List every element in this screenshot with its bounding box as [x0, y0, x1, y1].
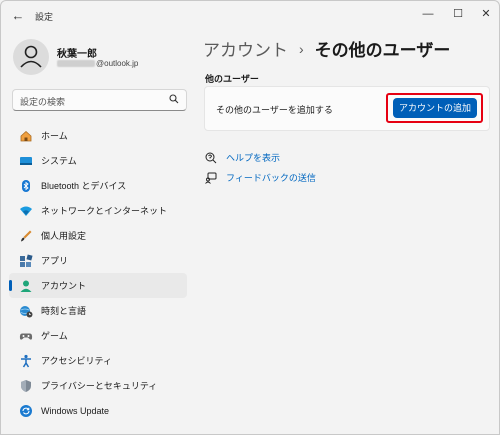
section-title: 他のユーザー [205, 74, 259, 84]
sidebar-item-label: プライバシーとセキュリティ [41, 381, 158, 391]
app-title: 設定 [35, 12, 54, 22]
sidebar-item-label: アカウント [41, 281, 87, 291]
user-email-suffix: @outlook.jp [96, 59, 139, 68]
sidebar-item-accessibility[interactable]: アクセシビリティ [9, 348, 187, 373]
page-title: その他のユーザー [314, 41, 451, 60]
sidebar-item-personalization[interactable]: 個人用設定 [9, 223, 187, 248]
sidebar-item-label: Bluetooth とデバイス [41, 181, 127, 191]
breadcrumb-parent[interactable]: アカウント [203, 36, 288, 61]
user-email: @outlook.jp [57, 59, 138, 68]
help-icon [205, 152, 217, 164]
feedback-link-label[interactable]: フィードバックの送信 [226, 171, 316, 184]
sidebar-item-privacy-security[interactable]: プライバシーとセキュリティ [9, 373, 187, 398]
sidebar-item-gaming[interactable]: ゲーム [9, 323, 187, 348]
breadcrumb-separator: › [299, 40, 304, 57]
avatar[interactable] [13, 39, 49, 75]
help-link-label[interactable]: ヘルプを表示 [226, 151, 280, 164]
system-icon [19, 154, 33, 168]
minimize-button[interactable]: — [417, 5, 439, 23]
email-redaction [57, 60, 95, 67]
sidebar-item-apps[interactable]: アプリ [9, 248, 187, 273]
user-name: 秋葉一郎 [57, 49, 97, 60]
sidebar-item-label: Windows Update [41, 405, 110, 416]
sidebar-item-label: アプリ [41, 256, 69, 266]
gamepad-icon [19, 329, 33, 343]
sidebar-item-label: ゲーム [41, 331, 68, 341]
sidebar-item-label: ホーム [41, 131, 68, 141]
windows-update-icon [19, 404, 33, 418]
breadcrumb: アカウント › その他のユーザー [203, 36, 450, 61]
account-icon [19, 279, 33, 293]
network-icon [19, 204, 33, 218]
sidebar-item-label: ネットワークとインターネット [41, 206, 168, 216]
sidebar-nav: ホーム システム Bluetooth とデバイス ネットワークとインターネット [9, 123, 187, 423]
help-link[interactable]: ヘルプを表示 [205, 151, 280, 164]
sidebar-item-time-language[interactable]: 時刻と言語 [9, 298, 187, 323]
bluetooth-icon [19, 179, 33, 193]
add-user-label: その他のユーザーを追加する [216, 105, 333, 115]
settings-window: ← 設定 — ☐ ✕ 秋葉一郎 @outlook.jp 設定の検索 ホーム シス… [0, 0, 500, 435]
add-user-card: その他のユーザーを追加する アカウントの追加 [204, 86, 490, 131]
sidebar-item-bluetooth[interactable]: Bluetooth とデバイス [9, 173, 187, 198]
accessibility-icon [19, 354, 33, 368]
home-icon [19, 129, 33, 143]
sidebar-item-label: アクセシビリティ [41, 356, 113, 366]
brush-icon [19, 229, 33, 243]
sidebar-item-home[interactable]: ホーム [9, 123, 187, 148]
active-indicator [9, 280, 12, 291]
add-account-button[interactable]: アカウントの追加 [393, 98, 477, 118]
shield-icon [19, 379, 33, 393]
user-avatar-icon [20, 45, 42, 68]
sidebar-item-label: 個人用設定 [41, 231, 87, 241]
feedback-icon [205, 172, 217, 184]
globe-clock-icon [19, 304, 33, 318]
search-placeholder: 設定の検索 [20, 97, 66, 107]
back-button[interactable]: ← [9, 8, 27, 24]
feedback-link[interactable]: フィードバックの送信 [205, 171, 316, 184]
sidebar-item-label: 時刻と言語 [41, 306, 87, 316]
sidebar-item-windows-update[interactable]: Windows Update [9, 398, 187, 423]
sidebar-item-system[interactable]: システム [9, 148, 187, 173]
close-button[interactable]: ✕ [475, 5, 497, 23]
maximize-button[interactable]: ☐ [447, 5, 469, 23]
sidebar-item-accounts[interactable]: アカウント [9, 273, 187, 298]
apps-icon [19, 253, 33, 268]
sidebar-item-label: システム [41, 156, 77, 166]
sidebar-item-network[interactable]: ネットワークとインターネット [9, 198, 187, 223]
search-icon[interactable] [168, 93, 180, 105]
title-bar: ← 設定 — ☐ ✕ [1, 1, 499, 31]
search-input[interactable]: 設定の検索 [12, 89, 187, 111]
